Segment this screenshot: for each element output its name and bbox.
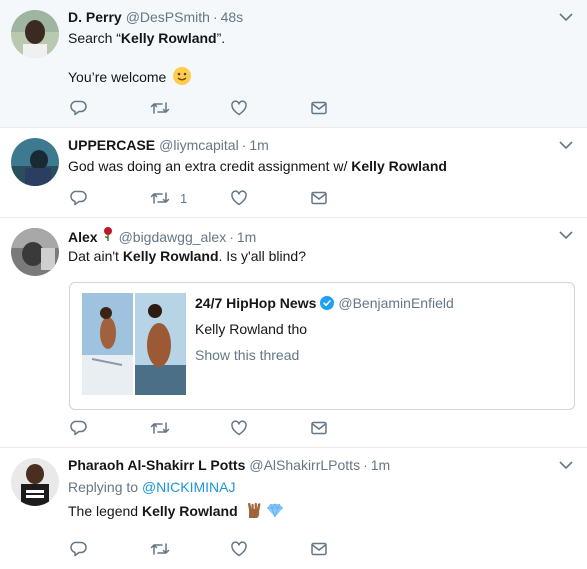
show-thread-link[interactable]: Show this thread: [195, 345, 454, 365]
caret-down-icon[interactable]: [559, 140, 573, 150]
replying-to: Replying to @NICKIMINAJ: [68, 477, 575, 497]
username[interactable]: @AlShakirrLPotts: [249, 456, 360, 474]
retweet-count: 1: [180, 190, 188, 206]
horns-sign-icon: [245, 501, 263, 524]
like-icon: [231, 100, 247, 116]
quoted-photo[interactable]: [135, 293, 186, 395]
separator: ·: [229, 229, 234, 245]
retweet-button[interactable]: [150, 419, 230, 437]
retweet-icon: [150, 422, 170, 434]
replying-label: Replying to: [68, 479, 142, 495]
tweet-feed: D. Perry @DesPSmith · 48s Search “Kelly …: [0, 0, 587, 569]
tweet-text: Dat ain't Kelly Rowland. Is y'all blind?: [68, 246, 575, 266]
quoted-tweet-body: 24/7 HipHop News @BenjaminEnfield Kelly …: [195, 293, 454, 365]
retweet-icon: [150, 543, 170, 555]
highlighted-term: Kelly Rowland: [122, 248, 219, 264]
quoted-tweet[interactable]: 24/7 HipHop News @BenjaminEnfield Kelly …: [69, 282, 575, 410]
direct-message-button[interactable]: [310, 419, 390, 437]
reply-button[interactable]: [70, 99, 150, 117]
display-name[interactable]: Alex: [68, 228, 98, 246]
tweet-actions: [70, 539, 390, 559]
reply-icon: [70, 100, 87, 116]
display-name[interactable]: D. Perry: [68, 8, 122, 26]
avatar[interactable]: [11, 138, 59, 186]
replying-to-handle[interactable]: @NICKIMINAJ: [142, 479, 236, 495]
like-button[interactable]: [230, 419, 310, 437]
tweet-actions: [70, 418, 390, 438]
username[interactable]: @DesPSmith: [126, 8, 210, 26]
retweet-button[interactable]: 1: [150, 189, 230, 207]
quoted-tweet-text: Kelly Rowland tho: [195, 321, 308, 337]
tweet-actions: [70, 98, 390, 118]
retweet-icon: [150, 192, 170, 204]
direct-message-icon: [311, 101, 327, 115]
avatar[interactable]: [11, 228, 59, 276]
tweet[interactable]: D. Perry @DesPSmith · 48s Search “Kelly …: [0, 0, 587, 128]
separator: ·: [212, 9, 218, 25]
caret-down-icon[interactable]: [559, 460, 573, 470]
direct-message-icon: [311, 191, 327, 205]
gem-stone-icon: [266, 501, 284, 524]
reply-icon: [70, 420, 87, 436]
caret-down-icon[interactable]: [559, 230, 573, 240]
rose-icon: [102, 226, 114, 247]
separator: ·: [363, 457, 368, 473]
direct-message-button[interactable]: [310, 99, 390, 117]
timestamp[interactable]: 48s: [221, 8, 244, 26]
highlighted-term: Kelly Rowland: [141, 503, 238, 519]
tweet-actions: 1: [70, 188, 390, 208]
like-button[interactable]: [230, 99, 310, 117]
reply-icon: [70, 190, 87, 206]
highlighted-term: Kelly Rowland: [120, 30, 217, 46]
tweet[interactable]: UPPERCASE @liymcapital · 1m God was doin…: [0, 128, 587, 218]
text-segment: The legend: [68, 503, 142, 519]
display-name[interactable]: UPPERCASE: [68, 136, 155, 154]
reply-button[interactable]: [70, 540, 150, 558]
direct-message-icon: [311, 421, 327, 435]
username[interactable]: @liymcapital: [159, 136, 239, 154]
highlighted-term: Kelly Rowland: [351, 158, 447, 174]
caret-down-icon[interactable]: [559, 12, 573, 22]
display-name[interactable]: Pharaoh Al-Shakirr L Potts: [68, 456, 245, 474]
tweet-text: God was doing an extra credit assignment…: [68, 156, 575, 176]
timestamp[interactable]: 1m: [237, 228, 256, 246]
avatar[interactable]: [11, 458, 59, 506]
tweet-text: The legend Kelly Rowland: [68, 501, 575, 524]
avatar[interactable]: [11, 10, 59, 58]
like-button[interactable]: [230, 189, 310, 207]
like-icon: [231, 190, 247, 206]
text-segment: . Is y'all blind?: [218, 248, 307, 264]
tweet[interactable]: Alex @bigdawgg_alex · 1m Dat ain't Kelly…: [0, 218, 587, 448]
timestamp[interactable]: 1m: [249, 136, 268, 154]
separator: ·: [241, 137, 247, 153]
direct-message-button[interactable]: [310, 540, 390, 558]
reply-button[interactable]: [70, 189, 150, 207]
quoted-username[interactable]: @BenjaminEnfield: [338, 295, 453, 311]
tweet-text: You’re welcome: [68, 67, 575, 87]
text-segment: Dat ain't: [68, 248, 123, 264]
username[interactable]: @bigdawgg_alex: [119, 228, 227, 246]
retweet-icon: [150, 102, 170, 114]
retweet-button[interactable]: [150, 540, 230, 558]
direct-message-button[interactable]: [310, 189, 390, 207]
verified-badge-icon: [320, 296, 335, 310]
reply-icon: [70, 541, 87, 557]
like-button[interactable]: [230, 540, 310, 558]
text-segment: Search “: [68, 30, 121, 46]
like-icon: [231, 541, 247, 557]
text-segment: ”.: [216, 30, 226, 46]
reply-button[interactable]: [70, 419, 150, 437]
timestamp[interactable]: 1m: [371, 456, 390, 474]
direct-message-icon: [311, 542, 327, 556]
text-segment: You’re welcome: [68, 69, 167, 85]
quoted-display-name[interactable]: 24/7 HipHop News: [195, 295, 316, 311]
slightly-smiling-face-icon: [173, 67, 192, 85]
text-segment: God was doing an extra credit assignment…: [68, 158, 352, 174]
quoted-photo[interactable]: [82, 293, 133, 395]
tweet-text: Search “Kelly Rowland”.: [68, 28, 575, 48]
tweet[interactable]: Pharaoh Al-Shakirr L Potts @AlShakirrLPo…: [0, 448, 587, 569]
like-icon: [231, 420, 247, 436]
retweet-button[interactable]: [150, 99, 230, 117]
